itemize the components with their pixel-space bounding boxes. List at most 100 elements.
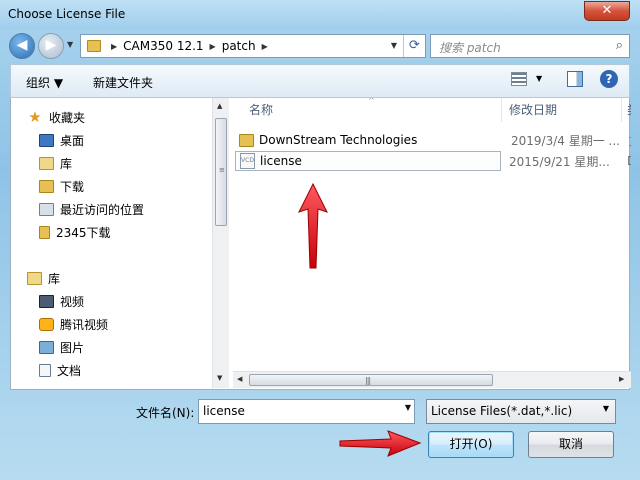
file-type: D [627,154,631,168]
sidebar-item-label: 库 [60,156,73,171]
sidebar-item-downloads[interactable]: 下载 [39,175,229,197]
sidebar-item-label: 图片 [60,340,85,355]
file-dialog-window: Choose License File ✕ ◀ ▶ ▼ ▶ CAM350 12.… [0,0,640,480]
sidebar-item-label: 2345下载 [56,225,111,240]
sidebar-item-label: 腾讯视频 [60,317,109,332]
window-title: Choose License File [8,7,126,21]
address-dropdown-icon[interactable]: ▼ [387,35,401,57]
download-folder-icon [39,179,54,193]
close-button[interactable]: ✕ [584,1,630,21]
file-name: license [260,154,302,168]
breadcrumb-item[interactable]: patch [222,39,256,53]
tencent-video-icon [39,317,54,331]
refresh-icon[interactable]: ⟳ [403,35,425,57]
search-input[interactable]: 搜索 patch ⌕ [430,34,630,58]
file-type-filter-select[interactable]: License Files(*.dat,*.lic) ▼ [426,399,616,424]
help-icon[interactable]: ? [600,70,618,88]
scrollbar-grip-icon: ||| [365,376,371,385]
column-divider[interactable] [501,98,502,122]
breadcrumb-item[interactable]: CAM350 12.1 [123,39,203,53]
sort-ascending-icon: ^ [368,98,375,105]
organize-menu[interactable]: 组织 ▼ [26,74,63,91]
column-header-modified[interactable]: 修改日期 [509,98,557,122]
library-icon [39,156,54,170]
address-bar[interactable]: ▶ CAM350 12.1 ▶ patch ▶ ▼ ⟳ [80,34,426,58]
navigation-pane: ★ 收藏夹 桌面 库 下载 最近访问的位置 2345下载 库 视频 腾讯视频 图… [11,98,229,388]
preview-pane-icon[interactable] [567,71,583,87]
view-dropdown-icon[interactable]: ▼ [536,74,542,83]
sidebar-item-label: 视频 [60,294,85,309]
column-divider[interactable] [621,98,622,122]
sidebar-item-desktop[interactable]: 桌面 [39,129,229,151]
scrollbar-grip-icon: ≡ [219,166,225,174]
file-row-license[interactable]: VCD license [235,151,501,171]
command-toolbar: 组织 ▼ 新建文件夹 ▼ ? [10,64,630,98]
sidebar-item-label: 收藏夹 [49,110,86,125]
folder-icon [39,225,50,239]
file-row-folder[interactable]: DownStream Technologies 2019/3/4 星期一 ...… [235,130,631,150]
video-library-icon [39,294,54,308]
documents-icon [39,363,51,377]
filter-dropdown-icon[interactable]: ▼ [603,404,609,413]
pictures-icon [39,340,54,354]
sidebar-item-2345-downloads[interactable]: 2345下载 [39,221,229,243]
sidebar-item-label: 桌面 [60,133,85,148]
file-list-horizontal-scrollbar[interactable]: ◀ ||| ▶ [233,371,631,388]
sidebar-item-documents[interactable]: 文档 [39,359,229,381]
scroll-down-icon[interactable]: ▼ [217,374,222,382]
dialog-body: ★ 收藏夹 桌面 库 下载 最近访问的位置 2345下载 库 视频 腾讯视频 图… [10,98,631,390]
file-type-filter-value: License Files(*.dat,*.lic) [431,404,573,418]
breadcrumb-chevron-icon[interactable]: ▶ [111,42,117,51]
column-header-type[interactable]: 类 [627,98,631,122]
scrollbar-thumb[interactable]: ≡ [215,118,227,226]
open-button[interactable]: 打开(O) [428,431,514,458]
vcd-file-icon: VCD [240,153,255,169]
filename-history-dropdown-icon[interactable]: ▼ [405,403,411,412]
folder-icon [87,40,101,52]
sidebar-item-videos[interactable]: 视频 [39,290,229,312]
sidebar-item-pictures[interactable]: 图片 [39,336,229,358]
sidebar-item-libraries[interactable]: 库 [27,267,229,289]
scroll-up-icon[interactable]: ▲ [217,102,222,110]
breadcrumb-chevron-icon[interactable]: ▶ [262,42,268,51]
library-icon [27,271,42,285]
sidebar-item-tencent-video[interactable]: 腾讯视频 [39,313,229,335]
scroll-right-icon[interactable]: ▶ [619,375,624,383]
file-date: 2015/9/21 星期... [509,154,610,169]
breadcrumb-chevron-icon[interactable]: ▶ [210,42,216,51]
sidebar-item-library[interactable]: 库 [39,152,229,174]
filename-input[interactable]: license ▼ [198,399,415,424]
column-header-name[interactable]: 名称 [249,98,273,122]
sidebar-item-label: 下载 [60,179,85,194]
red-arrow-right-icon [339,430,422,457]
search-placeholder: 搜索 patch [439,41,501,55]
file-name: DownStream Technologies [259,133,418,147]
title-bar[interactable]: Choose License File ✕ [0,0,640,30]
sidebar-item-label: 文档 [57,363,82,378]
file-list: 名称 ^ 修改日期 类 DownStream Technologies 2019… [233,98,631,388]
sidebar-item-label: 库 [48,271,61,286]
filename-value: license [203,404,245,418]
navigation-bar: ◀ ▶ ▼ ▶ CAM350 12.1 ▶ patch ▶ ▼ ⟳ 搜索 pat… [0,30,640,62]
view-options-icon[interactable] [511,72,527,86]
star-icon: ★ [28,108,42,126]
back-button[interactable]: ◀ [9,33,35,59]
scrollbar-thumb[interactable]: ||| [249,374,493,386]
file-date: 2019/3/4 星期一 ... [511,133,620,148]
filename-label: 文件名(N): [136,406,195,420]
recent-pages-dropdown-icon[interactable]: ▼ [67,40,77,52]
search-icon[interactable]: ⌕ [616,38,623,53]
recent-places-icon [39,202,54,216]
sidebar-item-label: 最近访问的位置 [60,202,145,217]
file-type: 文 [629,132,631,149]
sidebar-item-favorites[interactable]: ★ 收藏夹 [27,106,229,128]
scroll-left-icon[interactable]: ◀ [237,375,242,383]
folder-icon [239,133,254,147]
desktop-icon [39,133,54,147]
sidebar-item-recent-places[interactable]: 最近访问的位置 [39,198,229,220]
navigation-pane-scrollbar[interactable]: ▲ ≡ ▼ [212,98,229,388]
file-row-license-details[interactable]: 2015/9/21 星期... D [503,151,631,171]
new-folder-button[interactable]: 新建文件夹 [93,74,153,91]
forward-button[interactable]: ▶ [38,33,64,59]
cancel-button[interactable]: 取消 [528,431,614,458]
